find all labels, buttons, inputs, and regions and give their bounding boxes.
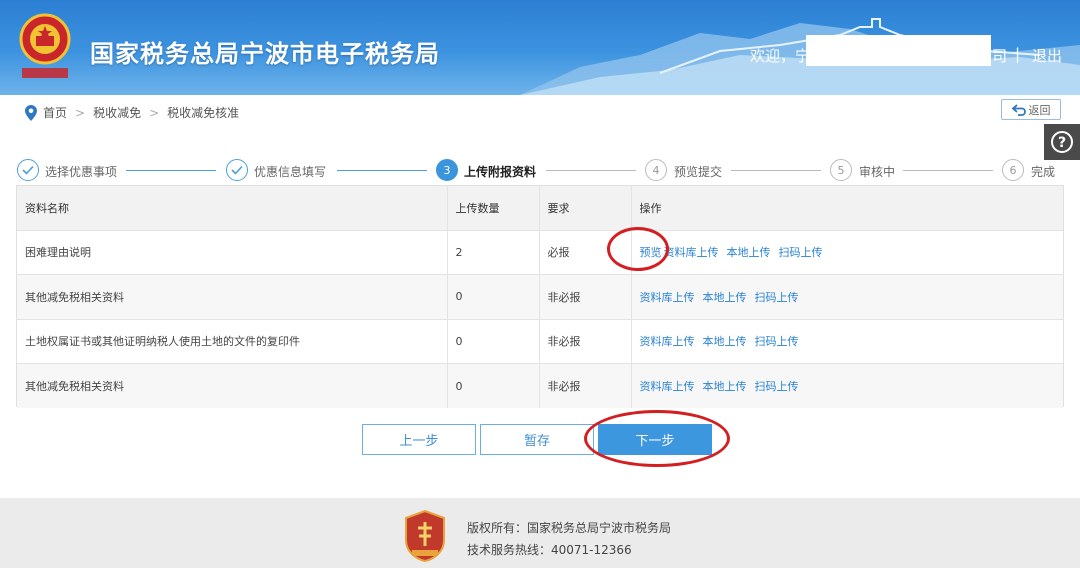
step-1-check-icon xyxy=(17,159,39,181)
scan-upload-link[interactable]: 扫码上传 xyxy=(755,335,799,348)
back-button[interactable]: 返回 xyxy=(1001,99,1061,120)
svg-text:?: ? xyxy=(1058,135,1066,151)
step-connector xyxy=(337,170,427,171)
actions-cell: 预览 资料库上传 本地上传 扫码上传 xyxy=(631,229,1063,275)
header-divider: | xyxy=(1015,45,1021,63)
save-draft-button[interactable]: 暂存 xyxy=(480,424,594,455)
local-upload-link[interactable]: 本地上传 xyxy=(703,335,747,348)
requirement: 非必报 xyxy=(539,274,632,319)
column-header-actions: 操作 xyxy=(631,186,1063,230)
help-button[interactable]: ? xyxy=(1044,124,1080,160)
table-header-row: 资料名称 上传数量 要求 操作 xyxy=(17,186,1063,230)
question-mark-icon: ? xyxy=(1051,131,1073,153)
preview-link[interactable]: 预览 xyxy=(640,246,662,259)
breadcrumb-home[interactable]: 首页 xyxy=(43,104,67,121)
tax-emblem-icon xyxy=(19,13,71,78)
requirement: 必报 xyxy=(539,229,632,275)
requirement: 非必报 xyxy=(539,363,632,408)
progress-steps: 选择优惠事项 优惠信息填写 3 上传附报资料 4 预览提交 5 审核中 6 完成 xyxy=(0,156,1080,184)
step-connector xyxy=(546,170,636,171)
scan-upload-link[interactable]: 扫码上传 xyxy=(779,246,823,259)
step-4-number: 4 xyxy=(645,159,667,181)
breadcrumb-tax-relief[interactable]: 税收减免 xyxy=(93,104,141,121)
next-step-button[interactable]: 下一步 xyxy=(598,424,712,455)
step-1-label: 选择优惠事项 xyxy=(45,165,118,179)
upload-count: 0 xyxy=(447,363,540,408)
local-upload-link[interactable]: 本地上传 xyxy=(703,291,747,304)
document-name: 其他减免税相关资料 xyxy=(17,274,448,319)
scan-upload-link[interactable]: 扫码上传 xyxy=(755,380,799,393)
step-3-label: 上传附报资料 xyxy=(464,165,537,179)
table-row: 困难理由说明 2 必报 预览 资料库上传 本地上传 扫码上传 xyxy=(17,229,1063,275)
return-arrow-icon xyxy=(1011,103,1026,116)
site-header: 国家税务总局宁波市电子税务局 欢迎，宁 司 | 退出 xyxy=(0,0,1080,95)
document-name: 困难理由说明 xyxy=(17,229,448,275)
step-2-check-icon xyxy=(226,159,248,181)
site-title: 国家税务总局宁波市电子税务局 xyxy=(90,40,440,68)
actions-cell: 资料库上传 本地上传 扫码上传 xyxy=(631,363,1063,408)
scan-upload-link[interactable]: 扫码上传 xyxy=(755,291,799,304)
footer-copyright: 版权所有：国家税务总局宁波市税务局 xyxy=(467,521,672,535)
local-upload-link[interactable]: 本地上传 xyxy=(727,246,771,259)
site-footer: 版权所有：国家税务总局宁波市税务局 技术服务热线：40071-12366 xyxy=(0,498,1080,568)
prev-step-button[interactable]: 上一步 xyxy=(362,424,476,455)
document-name: 其他减免税相关资料 xyxy=(17,363,448,408)
back-button-label: 返回 xyxy=(1028,103,1051,117)
column-header-count: 上传数量 xyxy=(447,186,540,230)
library-upload-link[interactable]: 资料库上传 xyxy=(664,246,719,259)
library-upload-link[interactable]: 资料库上传 xyxy=(640,335,695,348)
location-pin-icon xyxy=(25,104,37,121)
breadcrumb: 首页 > 税收减免 > 税收减免核准 xyxy=(25,104,239,121)
table-row: 其他减免税相关资料 0 非必报 资料库上传 本地上传 扫码上传 xyxy=(17,274,1063,319)
redacted-username xyxy=(806,35,991,66)
upload-count: 0 xyxy=(447,274,540,319)
step-2-label: 优惠信息填写 xyxy=(254,165,327,179)
tax-bureau-logo-icon xyxy=(405,510,445,562)
step-connector xyxy=(731,170,821,171)
breadcrumb-current: 税收减免核准 xyxy=(167,106,240,120)
table-row: 其他减免税相关资料 0 非必报 资料库上传 本地上传 扫码上传 xyxy=(17,363,1063,408)
breadcrumb-separator: > xyxy=(75,105,86,120)
actions-cell: 资料库上传 本地上传 扫码上传 xyxy=(631,274,1063,319)
step-6-number: 6 xyxy=(1002,159,1024,181)
table-row: 土地权属证书或其他证明纳税人使用土地的文件的复印件 0 非必报 资料库上传 本地上… xyxy=(17,318,1063,364)
footer-hotline: 技术服务热线：40071-12366 xyxy=(467,543,632,557)
column-header-requirement: 要求 xyxy=(539,186,632,230)
upload-count: 0 xyxy=(447,318,540,364)
company-name-tail[interactable]: 司 xyxy=(992,45,1007,66)
logout-link[interactable]: 退出 xyxy=(1032,45,1062,66)
step-4-label: 预览提交 xyxy=(674,165,723,179)
step-6-label: 完成 xyxy=(1031,165,1056,179)
column-header-name: 资料名称 xyxy=(17,186,448,230)
step-connector xyxy=(126,170,216,171)
local-upload-link[interactable]: 本地上传 xyxy=(703,380,747,393)
step-5-label: 审核中 xyxy=(859,165,896,179)
breadcrumb-separator: > xyxy=(149,105,160,120)
attachments-table: 资料名称 上传数量 要求 操作 困难理由说明 2 必报 预览 资料库上传 本地上传扫… xyxy=(16,185,1064,408)
library-upload-link[interactable]: 资料库上传 xyxy=(640,291,695,304)
step-5-number: 5 xyxy=(830,159,852,181)
library-upload-link[interactable]: 资料库上传 xyxy=(640,380,695,393)
step-connector xyxy=(903,170,993,171)
document-name: 土地权属证书或其他证明纳税人使用土地的文件的复印件 xyxy=(17,318,448,364)
actions-cell: 资料库上传 本地上传 扫码上传 xyxy=(631,318,1063,364)
requirement: 非必报 xyxy=(539,318,632,364)
step-3-number: 3 xyxy=(436,159,458,181)
welcome-text: 欢迎，宁 xyxy=(750,47,811,65)
upload-count: 2 xyxy=(447,229,540,275)
